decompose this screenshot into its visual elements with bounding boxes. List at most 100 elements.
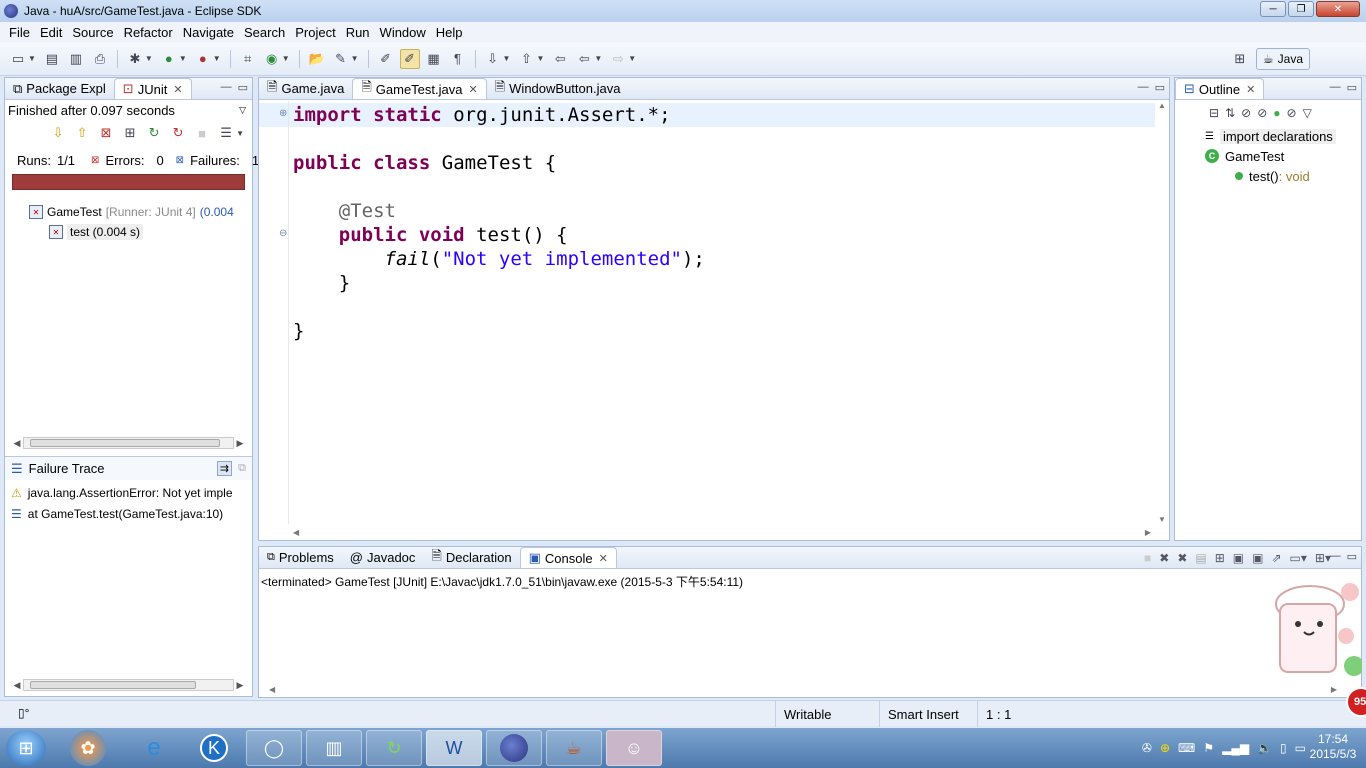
- tab-problems[interactable]: ⧉ Problems: [259, 547, 342, 568]
- next-failure-icon[interactable]: ⇩: [48, 123, 68, 143]
- menu-window[interactable]: Window: [375, 25, 431, 40]
- save-all-icon[interactable]: ▥: [66, 49, 86, 69]
- tab-outline[interactable]: ⊟ Outline ✕: [1175, 78, 1265, 99]
- console-horizontal-scrollbar[interactable]: ◀ ▶: [265, 681, 1341, 697]
- network-icon[interactable]: ▂▄▆: [1222, 741, 1249, 755]
- tab-console[interactable]: ▣ Console ✕: [519, 547, 617, 568]
- view-menu-icon[interactable]: ▽: [239, 105, 246, 116]
- scroll-down-icon[interactable]: ▼: [1158, 515, 1166, 524]
- test-run-history-icon[interactable]: ☰: [216, 123, 236, 143]
- scroll-left-icon[interactable]: ◀: [11, 438, 23, 449]
- tab-javadoc[interactable]: @ Javadoc: [342, 547, 424, 568]
- minimize-view-icon[interactable]: —: [1330, 81, 1341, 94]
- run-icon[interactable]: ●: [159, 49, 179, 69]
- trace-horizontal-scrollbar[interactable]: ◀ ▶: [11, 678, 246, 692]
- outline-item-class[interactable]: C GameTest: [1175, 146, 1361, 166]
- minimize-view-icon[interactable]: —: [221, 81, 232, 94]
- tree-row-suite[interactable]: ✕ GameTest [Runner: JUnit 4] (0.004: [5, 202, 252, 222]
- k-icon[interactable]: K: [186, 730, 242, 766]
- tree-horizontal-scrollbar[interactable]: ◀ ▶: [11, 436, 246, 450]
- remove-all-launches-icon[interactable]: ✖: [1177, 551, 1187, 565]
- windows-start-icon[interactable]: ⊞: [6, 730, 46, 766]
- filter-stack-trace-icon[interactable]: ⇉: [216, 461, 233, 476]
- terminate-icon[interactable]: ■: [1144, 551, 1151, 565]
- menu-edit[interactable]: Edit: [35, 25, 67, 40]
- menu-file[interactable]: File: [4, 25, 35, 40]
- flag-tray-icon[interactable]: ⚑: [1203, 741, 1214, 755]
- scroll-left-icon[interactable]: ◀: [269, 685, 275, 694]
- menu-refactor[interactable]: Refactor: [119, 25, 178, 40]
- close-tab-icon[interactable]: ✕: [599, 552, 608, 565]
- previous-annotation-icon[interactable]: ⇧: [516, 49, 536, 69]
- debug-dropdown-icon[interactable]: ▼: [145, 54, 153, 63]
- open-type-icon[interactable]: 📂: [307, 49, 327, 69]
- outline-item-imports[interactable]: ☰ import declarations: [1175, 126, 1361, 146]
- scroll-thumb[interactable]: [30, 439, 220, 447]
- scroll-left-icon[interactable]: ◀: [11, 680, 23, 691]
- code-editor[interactable]: ⊕ ⊖ import static org.junit.Assert.*; pu…: [259, 101, 1155, 524]
- scroll-track[interactable]: [23, 437, 234, 449]
- qq-tray-icon[interactable]: ✇: [1142, 741, 1152, 755]
- save-icon[interactable]: ▤: [42, 49, 62, 69]
- java-perspective-button[interactable]: ☕ Java: [1255, 48, 1310, 70]
- tab-declaration[interactable]: 🗎 Declaration: [423, 547, 519, 568]
- media-icon[interactable]: ▥: [306, 730, 362, 766]
- editor-vertical-scrollbar[interactable]: ▲ ▼: [1155, 101, 1169, 524]
- eclipse-icon[interactable]: [486, 730, 542, 766]
- refresh-app-icon[interactable]: ↻: [366, 730, 422, 766]
- clock[interactable]: 17:54 2015/5/3: [1306, 732, 1360, 762]
- scroll-right-icon[interactable]: ▶: [1145, 528, 1151, 537]
- tab-windowbutton-java[interactable]: 🗎 WindowButton.java: [487, 78, 629, 99]
- back-dropdown-icon[interactable]: ▼: [594, 54, 602, 63]
- menu-source[interactable]: Source: [67, 25, 118, 40]
- volume-icon[interactable]: 🔈: [1257, 741, 1272, 755]
- pin-console-icon[interactable]: ⇗: [1271, 551, 1281, 565]
- previous-failure-icon[interactable]: ⇧: [72, 123, 92, 143]
- external-tools-dropdown-icon[interactable]: ▼: [213, 54, 221, 63]
- stop-icon[interactable]: ■: [192, 123, 212, 143]
- debug-icon[interactable]: ✱: [125, 49, 145, 69]
- next-annotation-icon[interactable]: ⇩: [483, 49, 503, 69]
- hide-fields-icon[interactable]: ⊘: [1241, 106, 1251, 120]
- app-icon[interactable]: ✿: [70, 730, 106, 766]
- new-java-project-icon[interactable]: ⌗: [238, 49, 258, 69]
- search-icon[interactable]: ✎: [331, 49, 351, 69]
- sort-icon[interactable]: ⇅: [1225, 106, 1235, 120]
- remove-launch-icon[interactable]: ✖: [1159, 551, 1169, 565]
- new-icon[interactable]: ▭: [8, 49, 28, 69]
- notification-badge[interactable]: 95: [1346, 687, 1366, 717]
- tab-game-java[interactable]: 🗎 Game.java: [259, 78, 352, 99]
- display-console-icon[interactable]: ▭▾: [1290, 551, 1307, 565]
- minimize-button[interactable]: ─: [1260, 1, 1286, 17]
- maximize-view-icon[interactable]: ▭: [1347, 550, 1357, 563]
- expand-fold-icon[interactable]: ⊕: [279, 108, 287, 119]
- menu-run[interactable]: Run: [341, 25, 375, 40]
- forward-dropdown-icon[interactable]: ▼: [628, 54, 636, 63]
- tree-row-test[interactable]: ✕ test (0.004 s): [5, 222, 252, 242]
- scroll-right-icon[interactable]: ▶: [234, 680, 246, 691]
- menu-search[interactable]: Search: [239, 25, 290, 40]
- new-class-dropdown-icon[interactable]: ▼: [282, 54, 290, 63]
- minimize-view-icon[interactable]: —: [1138, 81, 1149, 94]
- last-edit-location-icon[interactable]: ⇦: [550, 49, 570, 69]
- scroll-lock-icon[interactable]: ⊞: [120, 123, 140, 143]
- keyboard-tray-icon[interactable]: ⌨: [1178, 741, 1195, 755]
- scroll-right-icon[interactable]: ▶: [1331, 685, 1337, 694]
- view-menu-icon[interactable]: ▽: [1303, 106, 1312, 120]
- qq-browser-icon[interactable]: ◯: [246, 730, 302, 766]
- plus-tray-icon[interactable]: ⊕: [1160, 741, 1170, 755]
- forward-icon[interactable]: ⇨: [608, 49, 628, 69]
- toggle-mark-occurrences-icon[interactable]: ✐: [376, 49, 396, 69]
- hide-non-public-icon[interactable]: ●: [1273, 106, 1280, 120]
- word-icon[interactable]: W: [426, 730, 482, 766]
- maximize-view-icon[interactable]: ▭: [238, 81, 248, 94]
- collapse-all-icon[interactable]: ⊟: [1209, 106, 1219, 120]
- scroll-track[interactable]: [23, 679, 234, 691]
- java-icon[interactable]: ☕: [546, 730, 602, 766]
- tab-package-explorer[interactable]: ⧉ Package Expl: [5, 78, 114, 99]
- editor-horizontal-scrollbar[interactable]: ◀ ▶: [289, 524, 1155, 540]
- show-whitespace-icon[interactable]: ¶: [448, 49, 468, 69]
- source-code[interactable]: import static org.junit.Assert.*; public…: [293, 103, 705, 343]
- maximize-button[interactable]: ❐: [1288, 1, 1314, 17]
- ie-icon[interactable]: e: [126, 730, 182, 766]
